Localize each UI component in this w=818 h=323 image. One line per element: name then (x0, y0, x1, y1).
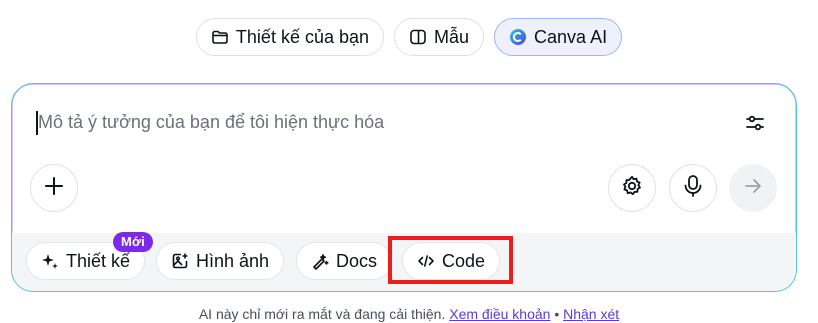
tab-your-designs[interactable]: Thiết kế của bạn (195, 18, 385, 56)
code-chip-highlight-box (388, 236, 513, 284)
gear-icon (620, 174, 644, 203)
chip-image[interactable]: Hình ảnh (156, 242, 285, 280)
settings-button[interactable] (608, 164, 656, 212)
new-badge: Mới (113, 232, 153, 252)
footer-separator: • (554, 306, 560, 322)
microphone-icon (682, 174, 704, 203)
prompt-input[interactable]: Mô tả ý tưởng của bạn để tôi hiện thực h… (38, 112, 384, 133)
top-tab-bar: Thiết kế của bạn Mẫu Canva AI (0, 18, 818, 56)
send-button[interactable] (729, 164, 777, 212)
canva-ai-icon (509, 28, 527, 46)
magic-pen-icon (311, 252, 329, 270)
sparkle-icon (41, 252, 59, 270)
tab-templates[interactable]: Mẫu (394, 18, 485, 56)
microphone-button[interactable] (669, 164, 717, 212)
tab-label: Mẫu (434, 26, 470, 47)
plus-icon (44, 176, 64, 201)
footer-disclaimer: AI này chỉ mới ra mắt và đang cải thiện.… (0, 306, 818, 322)
chip-docs[interactable]: Docs (296, 242, 393, 280)
arrow-right-icon (743, 176, 763, 201)
feedback-link[interactable]: Nhận xét (563, 306, 619, 322)
folder-icon (211, 28, 229, 46)
chip-label: Docs (336, 250, 378, 271)
terms-link[interactable]: Xem điều khoản (449, 306, 550, 322)
image-icon (171, 252, 189, 270)
chip-label: Thiết kế (66, 250, 131, 271)
tab-label: Thiết kế của bạn (235, 26, 370, 47)
tab-canva-ai[interactable]: Canva AI (494, 18, 623, 56)
footer-text: AI này chỉ mới ra mắt và đang cải thiện. (198, 306, 446, 322)
template-icon (409, 28, 427, 46)
chip-label: Hình ảnh (196, 250, 270, 271)
add-button[interactable] (30, 164, 78, 212)
tab-label: Canva AI (534, 26, 608, 47)
settings-sliders-icon[interactable] (744, 112, 766, 134)
